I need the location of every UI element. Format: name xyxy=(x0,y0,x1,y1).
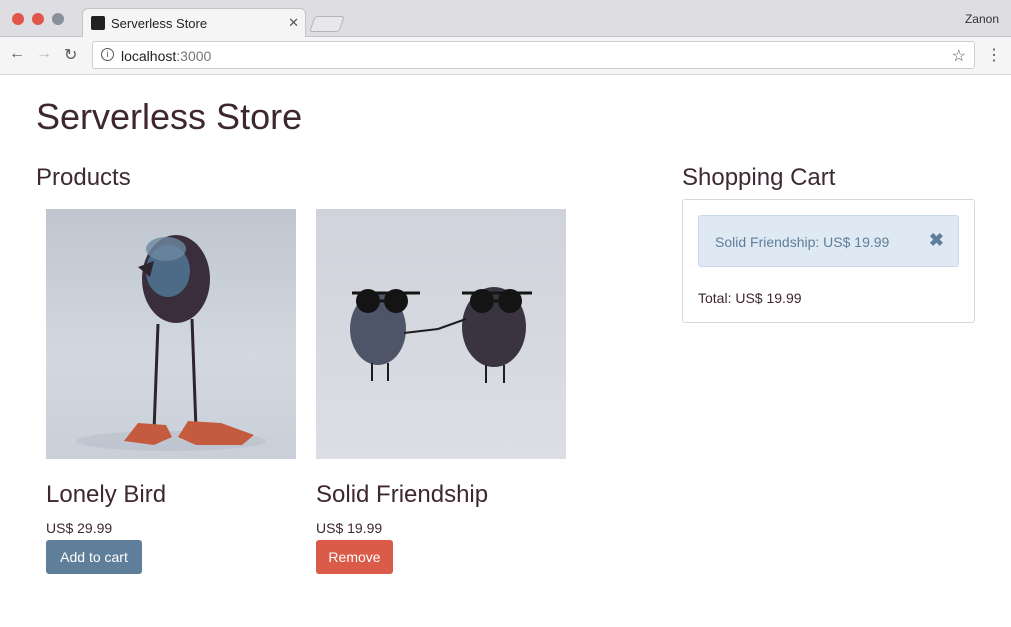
add-to-cart-button[interactable]: Add to cart xyxy=(46,540,142,574)
tab-title: Serverless Store xyxy=(111,16,208,31)
friendship-illustration xyxy=(350,287,532,383)
product-name: Solid Friendship xyxy=(316,481,489,508)
product-price: US$ 19.99 xyxy=(316,520,383,536)
browser-tab-bar: Serverless Store ✕ Zanon xyxy=(0,0,1011,38)
product-image-solid-friendship xyxy=(316,209,566,459)
product-price: US$ 29.99 xyxy=(46,520,113,536)
profile-name[interactable]: Zanon xyxy=(965,12,999,26)
remove-button[interactable]: Remove xyxy=(316,540,393,574)
maximize-window-button[interactable] xyxy=(52,13,64,25)
shopping-cart-panel: Solid Friendship: US$ 19.99 ✖ Total: US$… xyxy=(682,199,975,323)
product-image-lonely-bird xyxy=(46,209,296,459)
cart-item: Solid Friendship: US$ 19.99 ✖ xyxy=(698,215,959,267)
new-tab-button[interactable] xyxy=(309,16,345,32)
cart-total: Total: US$ 19.99 xyxy=(698,290,802,306)
browser-tab[interactable]: Serverless Store ✕ xyxy=(82,8,306,38)
page-title: Serverless Store xyxy=(36,96,303,137)
menu-icon[interactable]: ⋮ xyxy=(986,45,1002,65)
remove-item-icon[interactable]: ✖ xyxy=(929,230,944,251)
product-card: Lonely Bird US$ 29.99 Add to cart xyxy=(46,209,296,574)
back-arrow-icon[interactable]: ← xyxy=(9,45,25,63)
cart-heading: Shopping Cart xyxy=(682,164,836,191)
cart-item-label: Solid Friendship: US$ 19.99 xyxy=(715,234,890,250)
star-icon[interactable]: ☆ xyxy=(952,46,966,66)
product-card: Solid Friendship US$ 19.99 Remove xyxy=(316,209,566,574)
close-window-button[interactable] xyxy=(12,13,24,25)
url-text[interactable]: localhost:3000 xyxy=(121,48,211,64)
info-icon[interactable]: i xyxy=(101,48,114,61)
url-host: localhost xyxy=(121,48,177,64)
browser-toolbar: ← → ↻ i localhost:3000 ☆ ⋮ xyxy=(0,37,1011,75)
minimize-window-button[interactable] xyxy=(32,13,44,25)
forward-arrow-icon[interactable]: → xyxy=(36,45,52,63)
products-heading: Products xyxy=(36,164,131,191)
reload-icon[interactable]: ↻ xyxy=(64,45,77,65)
bird-illustration xyxy=(76,235,266,451)
address-bar[interactable]: i localhost:3000 ☆ xyxy=(92,41,975,69)
url-port: :3000 xyxy=(176,48,212,64)
react-favicon-icon xyxy=(91,16,105,30)
product-name: Lonely Bird xyxy=(46,481,167,508)
tab-close-icon[interactable]: ✕ xyxy=(288,15,299,31)
